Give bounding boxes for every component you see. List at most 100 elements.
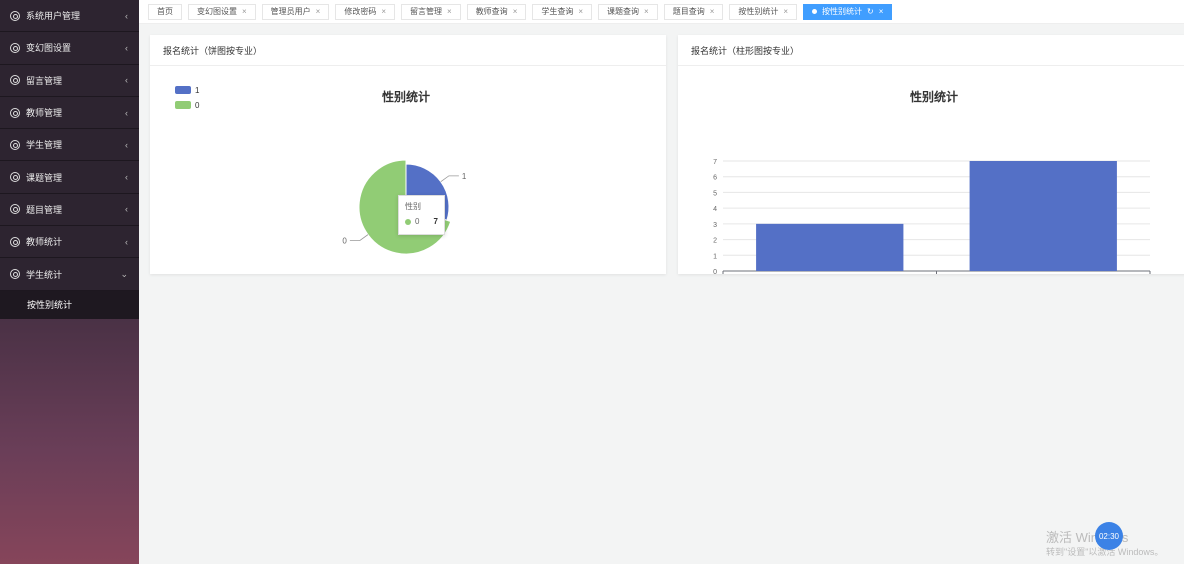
y-tick-label: 0 [713,269,717,274]
sidebar-item-label: 系统用户管理 [26,11,81,22]
refresh-icon[interactable]: ↻ [867,7,874,16]
user-circle-icon [10,42,20,53]
sidebar-item[interactable]: 变幻图设置 ‹ [0,32,139,65]
sidebar-item[interactable]: 教师管理 ‹ [0,96,139,130]
pie-card: 报名统计（饼图按专业） 性别统计 1010 [150,35,666,274]
tab[interactable]: 首页 [148,3,182,20]
tab[interactable]: 修改密码 × [335,3,396,20]
tab-label: 教师查询 [475,7,508,16]
user-circle-icon [10,236,20,247]
tab[interactable]: 管理员用户 × [261,3,330,20]
close-icon[interactable]: × [783,7,788,16]
close-icon[interactable]: × [316,7,321,16]
bar-card-header: 报名统计（柱形图按专业） [678,35,1184,66]
sidebar-item[interactable]: 系统用户管理 ‹ [0,0,139,33]
user-circle-icon [10,139,20,150]
pie-chart[interactable]: 1 0 1 0 [150,74,666,274]
tooltip-dot [405,218,411,225]
tab-label: 按性别统计 [822,7,863,16]
sidebar-item[interactable]: 学生管理 ‹ [0,129,139,162]
close-icon[interactable]: × [381,7,386,16]
pie-label: 0 [342,237,347,246]
sidebar-item-label: 学生统计 [26,269,63,280]
tab-label: 修改密码 [344,7,377,16]
legend-label[interactable]: 1 [195,86,200,95]
tab-active[interactable]: 按性别统计 ↻ × [803,3,893,20]
user-circle-icon [10,10,20,21]
y-tick-label: 4 [713,206,717,213]
close-icon[interactable]: × [513,7,518,16]
user-circle-icon [10,107,20,118]
sidebar-item[interactable]: 学生统计 ⌄ [0,258,139,291]
user-circle-icon [10,204,20,215]
legend-label[interactable]: 0 [195,101,200,110]
tooltip-title: 性别 [405,202,421,211]
sidebar-subitem[interactable]: 按性别统计 [0,290,139,319]
close-icon[interactable]: × [644,7,649,16]
close-icon[interactable]: × [710,7,715,16]
pie-card-header: 报名统计（饼图按专业） [150,35,666,66]
pie-label: 1 [462,172,467,181]
chevron-left-icon: ‹ [125,172,128,183]
close-icon[interactable]: × [447,7,452,16]
tab-bar: 首页 变幻图设置 × 管理员用户 × 修改密码 × 留言管理 × 教师查询 × 学生查询 × 课题查询 × 题… [139,0,1184,24]
chevron-left-icon: ‹ [125,75,128,86]
sidebar-item-label: 教师统计 [26,237,63,248]
legend-swatch[interactable] [175,86,191,94]
close-icon[interactable]: × [879,7,884,16]
y-tick-label: 3 [713,222,717,229]
tab-label: 首页 [157,7,173,16]
y-tick-label: 5 [713,190,717,197]
sidebar-item-label: 题目管理 [26,204,63,215]
sidebar-item-label: 教师管理 [26,108,63,119]
chevron-down-icon: ⌄ [120,268,128,279]
sidebar-item-label: 学生管理 [26,140,63,151]
tab-label: 变幻图设置 [197,7,237,16]
bar-card: 报名统计（柱形图按专业） 性别统计 0123456710 [678,35,1184,274]
close-icon[interactable]: × [242,7,247,16]
sidebar-item[interactable]: 题目管理 ‹ [0,193,139,227]
close-icon[interactable]: × [578,7,583,16]
active-dot-icon [812,9,818,14]
tab[interactable]: 按性别统计 × [729,3,798,20]
sidebar-item[interactable]: 教师统计 ‹ [0,226,139,259]
tooltip-value: 7 [433,217,438,226]
tab-label: 题目查询 [672,7,705,16]
y-tick-label: 1 [713,253,717,260]
sidebar-item-label: 留言管理 [26,75,63,86]
sidebar-item[interactable]: 留言管理 ‹ [0,64,139,97]
tab[interactable]: 留言管理 × [401,3,461,20]
tab[interactable]: 题目查询 × [663,3,724,20]
chevron-left-icon: ‹ [125,10,128,21]
tab-label: 按性别统计 [738,7,779,16]
y-tick-label: 6 [713,175,717,182]
bar[interactable] [969,161,1117,271]
chevron-left-icon: ‹ [125,139,128,150]
user-circle-icon [10,75,20,86]
sidebar: 系统用户管理 ‹ 变幻图设置 ‹ 留言管理 ‹ 教师管理 ‹ 学生管理 ‹ 课题管理 ‹ 题目管理 ‹ 教师… [0,0,139,564]
chart-tooltip: 性别 0 7 [398,195,445,235]
chevron-left-icon: ‹ [125,42,128,53]
tab-label: 课题查询 [607,7,640,16]
tab[interactable]: 教师查询 × [466,3,527,20]
bar-chart[interactable]: 0123456710 [678,74,1184,274]
tab-label: 留言管理 [410,7,443,16]
chevron-left-icon: ‹ [125,107,128,118]
bar[interactable] [756,223,904,271]
user-circle-icon [10,172,20,183]
timer-badge[interactable]: 02:30 [1095,522,1123,550]
tab-label: 学生查询 [541,7,574,16]
y-tick-label: 2 [713,238,717,245]
tooltip-label: 0 [415,217,420,226]
sidebar-item-label: 课题管理 [26,172,63,183]
y-tick-label: 7 [713,159,717,166]
legend-swatch[interactable] [175,101,191,109]
user-circle-icon [10,269,20,280]
label-line [349,234,369,241]
sidebar-item-label: 变幻图设置 [26,43,72,54]
tab-label: 管理员用户 [270,7,311,16]
tab[interactable]: 课题查询 × [598,3,658,20]
sidebar-item[interactable]: 课题管理 ‹ [0,161,139,194]
tab[interactable]: 学生查询 × [532,3,593,20]
tab[interactable]: 变幻图设置 × [188,3,256,20]
